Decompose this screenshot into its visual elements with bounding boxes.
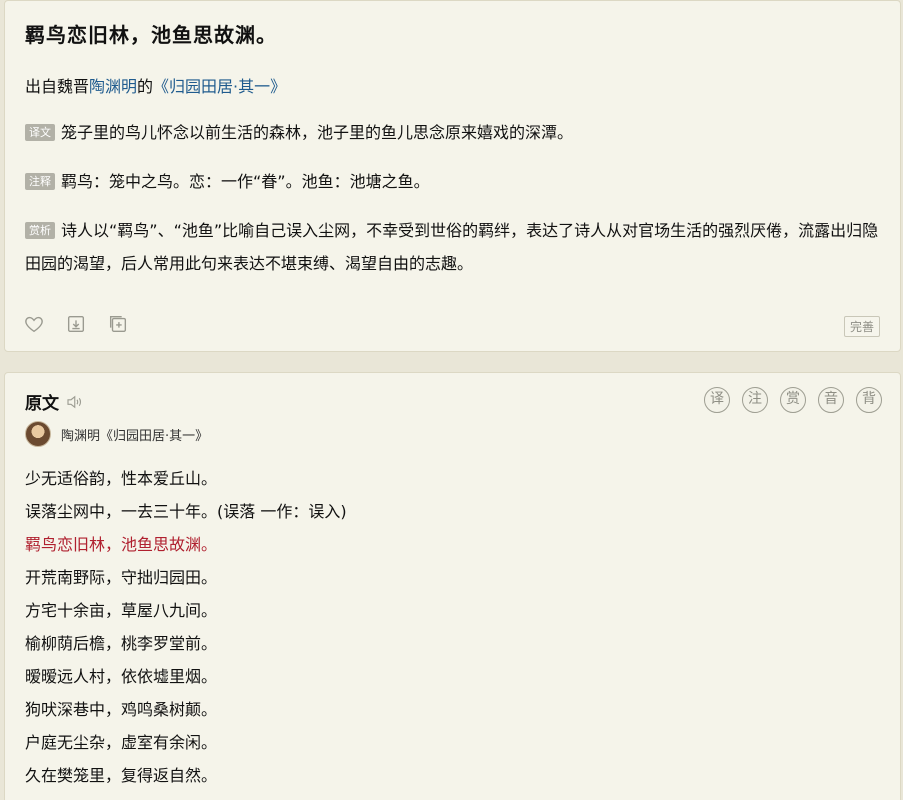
quote-title: 羁鸟恋旧林，池鱼思故渊。: [25, 23, 277, 47]
poem-line: 久在樊笼里，复得返自然。: [25, 766, 218, 785]
poem-line: 暧暧远人村，依依墟里烟。: [25, 667, 218, 686]
note-paragraph: 注释 羁鸟：笼中之鸟。恋：一作“眷”。池鱼：池塘之鱼。: [25, 165, 885, 198]
translation-tag: 译文: [25, 124, 55, 141]
original-text-card: 原文 译 注 赏 音 背 陶渊明《归园田居·其一》 少无适俗韵，性本爱丘山。 误…: [4, 372, 901, 800]
appreciation-paragraph: 赏析 诗人以“羁鸟”、“池鱼”比喻自己误入尘网，不幸受到世俗的羁绊，表达了诗人从对…: [25, 214, 885, 280]
avatar[interactable]: [25, 421, 51, 447]
work-link[interactable]: 《归园田居·其一》: [153, 77, 286, 96]
note-text: 羁鸟：笼中之鸟。恋：一作“眷”。池鱼：池塘之鱼。: [61, 172, 430, 191]
note-tag: 注释: [25, 173, 55, 190]
recite-button[interactable]: 背: [856, 387, 882, 413]
poem-line: 误落尘网中，一去三十年。(误落 一作：误入): [25, 502, 347, 521]
original-title: 原文: [25, 394, 59, 414]
source-mid: 的: [137, 77, 154, 96]
quote-card: 羁鸟恋旧林，池鱼思故渊。 出自魏晋陶渊明的《归园田居·其一》 译文 笼子里的鸟儿怀…: [4, 0, 901, 352]
poem-line: 少无适俗韵，性本爱丘山。: [25, 469, 218, 488]
original-header: 原文: [25, 389, 83, 414]
author-line[interactable]: 陶渊明《归园田居·其一》: [61, 425, 208, 444]
download-icon[interactable]: [65, 313, 87, 335]
source-prefix: 出自魏晋: [25, 77, 90, 96]
speaker-icon[interactable]: [65, 393, 83, 411]
action-bar: [23, 313, 129, 335]
perfect-button[interactable]: 完善: [843, 316, 880, 337]
appreciation-text: 诗人以“羁鸟”、“池鱼”比喻自己误入尘网，不幸受到世俗的羁绊，表达了诗人从对官场…: [25, 221, 879, 273]
appreciate-button[interactable]: 赏: [780, 387, 806, 413]
poem-line: 户庭无尘杂，虚室有余闲。: [25, 733, 218, 752]
audio-button[interactable]: 音: [818, 387, 844, 413]
source-line: 出自魏晋陶渊明的《归园田居·其一》: [25, 73, 286, 97]
function-buttons: 译 注 赏 音 背: [704, 387, 882, 413]
translation-paragraph: 译文 笼子里的鸟儿怀念以前生活的森林，池子里的鱼儿思念原来嬉戏的深潭。: [25, 116, 885, 149]
translate-button[interactable]: 译: [704, 387, 730, 413]
translation-text: 笼子里的鸟儿怀念以前生活的森林，池子里的鱼儿思念原来嬉戏的深潭。: [61, 123, 574, 142]
appreciation-tag: 赏析: [25, 222, 55, 239]
poem-line-highlighted: 羁鸟恋旧林，池鱼思故渊。: [25, 535, 218, 554]
annotate-button[interactable]: 注: [742, 387, 768, 413]
copy-icon[interactable]: [107, 313, 129, 335]
heart-icon[interactable]: [23, 313, 45, 335]
poem-line: 榆柳荫后檐，桃李罗堂前。: [25, 634, 218, 653]
poem-line: 方宅十余亩，草屋八九间。: [25, 601, 218, 620]
poem-line: 开荒南野际，守拙归园田。: [25, 568, 218, 587]
poem-lines: 少无适俗韵，性本爱丘山。 误落尘网中，一去三十年。(误落 一作：误入) 羁鸟恋旧…: [25, 462, 347, 792]
poem-line: 狗吠深巷中，鸡鸣桑树颠。: [25, 700, 218, 719]
author-row: 陶渊明《归园田居·其一》: [25, 421, 208, 447]
author-link[interactable]: 陶渊明: [89, 77, 137, 96]
